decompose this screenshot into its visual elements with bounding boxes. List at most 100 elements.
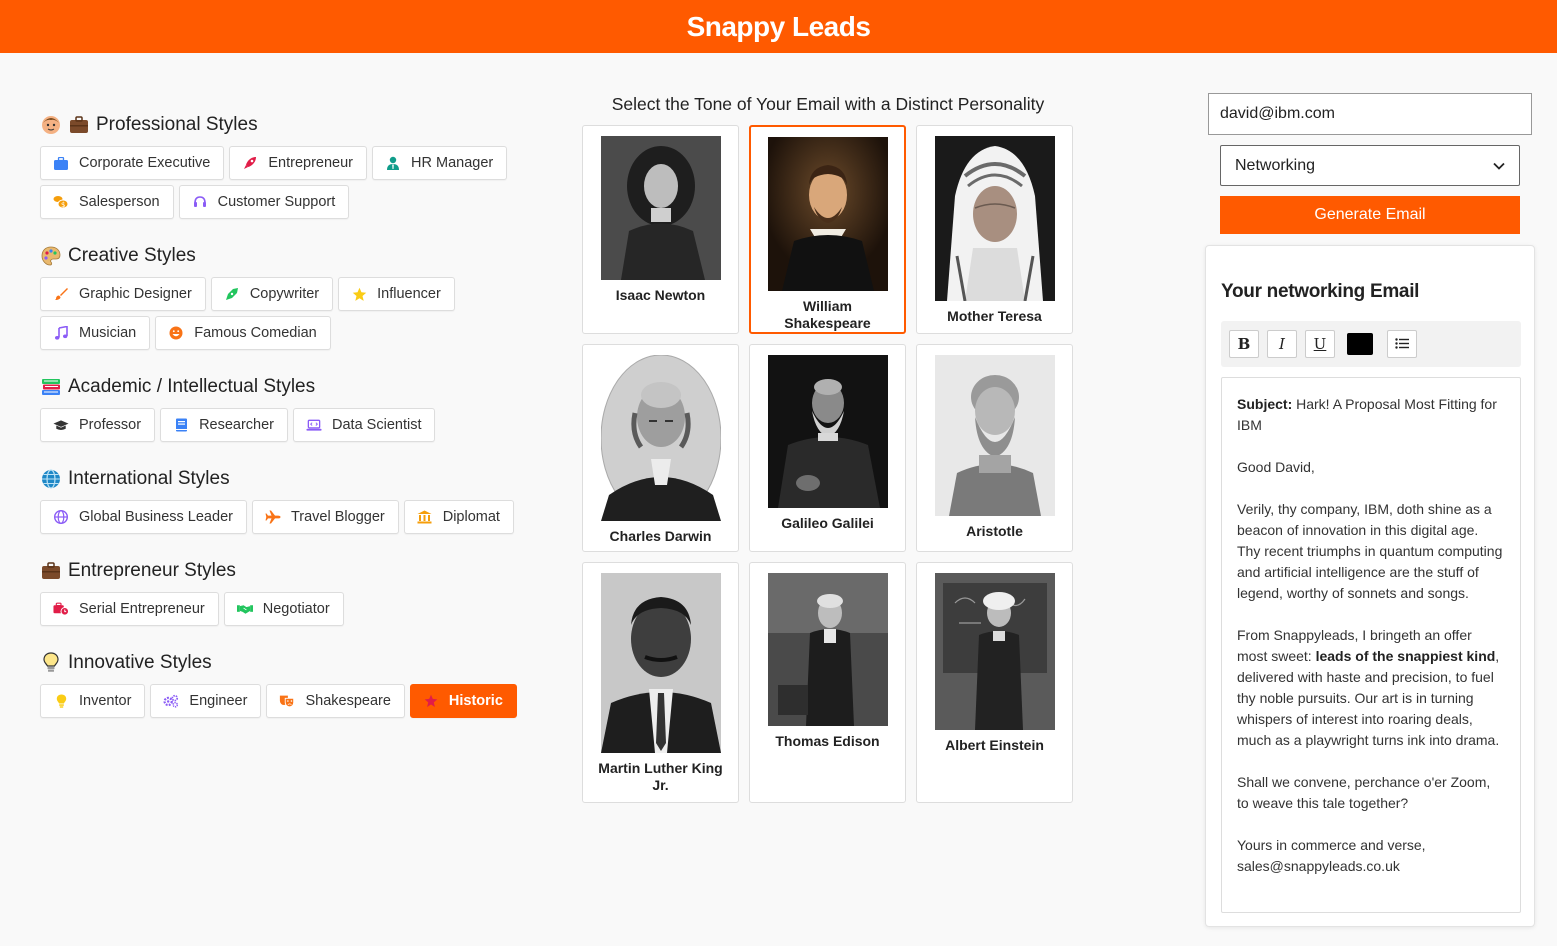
app-header: Snappy Leads [0, 0, 1557, 53]
chip-professor[interactable]: Professor [40, 408, 156, 442]
group-title-text: Creative Styles [68, 245, 196, 266]
chip-label: Salesperson [79, 194, 160, 210]
chip-negotiator[interactable]: Negotiator [223, 592, 344, 626]
generate-email-button[interactable]: Generate Email [1220, 196, 1520, 234]
chip-famous-comedian[interactable]: Famous Comedian [155, 316, 331, 350]
personality-card-albert-einstein[interactable]: Albert Einstein [916, 562, 1073, 803]
portrait-image [934, 136, 1055, 301]
chip-label: Researcher [199, 417, 275, 433]
chips-international: Global Business Leader Travel Blogger Di… [40, 500, 540, 534]
email-paragraph-1: Verily, thy company, IBM, doth shine as … [1237, 501, 1503, 601]
personality-card-thomas-edison[interactable]: Thomas Edison [749, 562, 906, 803]
sender-email: sales@snappyleads.co.uk [1237, 858, 1400, 874]
palette-icon [40, 245, 62, 267]
group-title-creative: Creative Styles [40, 239, 540, 273]
graduation-cap-icon [53, 417, 69, 433]
chip-customer-support[interactable]: Customer Support [178, 185, 350, 219]
personality-name: Isaac Newton [615, 287, 706, 303]
rocket-icon [242, 155, 258, 171]
chip-historic[interactable]: Historic [409, 684, 517, 718]
chip-shakespeare[interactable]: Shakespeare [266, 684, 405, 718]
chip-label: Engineer [189, 693, 248, 709]
bold-button[interactable]: B [1229, 330, 1259, 358]
chevron-down-icon [1493, 157, 1505, 175]
portrait-image [934, 573, 1055, 730]
bullet-list-button[interactable] [1387, 330, 1417, 358]
underline-button[interactable]: U [1305, 330, 1335, 358]
personality-card-william-shakespeare[interactable]: William Shakespeare [749, 125, 906, 334]
signoff: Yours in commerce and verse, [1237, 837, 1426, 853]
chip-serial-entrepreneur[interactable]: Serial Entrepreneur [40, 592, 219, 626]
pen-nib-icon [224, 286, 240, 302]
lightbulb-icon [40, 652, 62, 674]
chip-inventor[interactable]: Inventor [40, 684, 146, 718]
chip-label: Copywriter [249, 286, 320, 302]
email-signature: Yours in commerce and verse, sales@snappy… [1237, 835, 1505, 877]
book-icon [173, 417, 189, 433]
laugh-icon [168, 325, 184, 341]
chip-hr-manager[interactable]: HR Manager [372, 146, 508, 180]
laptop-code-icon [306, 417, 322, 433]
group-title-text: International Styles [68, 468, 230, 489]
music-icon [53, 325, 69, 341]
personality-card-isaac-newton[interactable]: Isaac Newton [582, 125, 739, 334]
personality-card-mother-teresa[interactable]: Mother Teresa [916, 125, 1073, 334]
chip-label: Travel Blogger [290, 509, 385, 525]
business-time-icon [53, 601, 69, 617]
personality-name: Aristotle [966, 523, 1023, 539]
email-subject: Subject: Hark! A Proposal Most Fitting f… [1237, 394, 1505, 436]
personality-heading: Select the Tone of Your Email with a Dis… [611, 94, 1045, 114]
personality-card-aristotle[interactable]: Aristotle [916, 344, 1073, 552]
italic-button[interactable]: I [1267, 330, 1297, 358]
chip-salesperson[interactable]: $ Salesperson [40, 185, 174, 219]
books-icon [40, 376, 62, 398]
personality-card-martin-luther-king-jr[interactable]: Martin Luther King Jr. [582, 562, 739, 803]
email-body-editor[interactable]: Subject: Hark! A Proposal Most Fitting f… [1221, 377, 1521, 913]
chip-copywriter[interactable]: Copywriter [210, 277, 334, 311]
chip-label: Shakespeare [305, 693, 391, 709]
personality-grid: Isaac Newton William Shakespeare Mother … [582, 125, 1074, 803]
personality-name: Charles Darwin [609, 528, 712, 544]
group-title-text: Professional Styles [96, 114, 258, 135]
chip-musician[interactable]: Musician [40, 316, 151, 350]
chip-label: Inventor [79, 693, 132, 709]
chip-influencer[interactable]: Influencer [338, 277, 455, 311]
lightbulb-icon [53, 693, 69, 709]
portrait-image [600, 136, 721, 280]
chip-data-scientist[interactable]: Data Scientist [293, 408, 436, 442]
portrait-image [600, 573, 721, 753]
chip-label: Professor [79, 417, 142, 433]
text-color-picker[interactable] [1347, 333, 1373, 355]
email-input[interactable] [1208, 93, 1532, 135]
chip-label: Negotiator [262, 601, 330, 617]
star-icon [423, 693, 439, 709]
briefcase-icon [53, 155, 69, 171]
chip-diplomat[interactable]: Diplomat [403, 500, 514, 534]
chip-corporate-executive[interactable]: Corporate Executive [40, 146, 225, 180]
personality-name: Martin Luther King Jr. [598, 760, 723, 793]
personality-card-galileo-galilei[interactable]: Galileo Galilei [749, 344, 906, 552]
chip-entrepreneur[interactable]: Entrepreneur [229, 146, 368, 180]
globe-icon [40, 468, 62, 490]
list-icon [1395, 335, 1409, 353]
chip-global-business-leader[interactable]: Global Business Leader [40, 500, 247, 534]
chip-travel-blogger[interactable]: Travel Blogger [251, 500, 399, 534]
chip-researcher[interactable]: Researcher [160, 408, 289, 442]
portrait-image [600, 355, 721, 521]
theater-masks-icon [279, 693, 295, 709]
chip-label: Musician [79, 325, 137, 341]
chip-label: Corporate Executive [79, 155, 211, 171]
chip-label: Global Business Leader [79, 509, 233, 525]
email-type-select[interactable]: Networking [1220, 145, 1520, 186]
chip-label: Serial Entrepreneur [79, 601, 205, 617]
personality-name: Mother Teresa [947, 308, 1042, 324]
chips-professional: Corporate Executive Entrepreneur HR Mana… [40, 146, 540, 219]
email-greeting: Good David, [1237, 459, 1315, 475]
briefcase-icon [40, 560, 62, 582]
group-title-text: Innovative Styles [68, 652, 212, 673]
chip-engineer[interactable]: Engineer [150, 684, 262, 718]
app-title: Snappy Leads [686, 10, 871, 42]
personality-card-charles-darwin[interactable]: Charles Darwin [582, 344, 739, 552]
group-title-text: Academic / Intellectual Styles [68, 376, 316, 397]
chip-graphic-designer[interactable]: Graphic Designer [40, 277, 206, 311]
